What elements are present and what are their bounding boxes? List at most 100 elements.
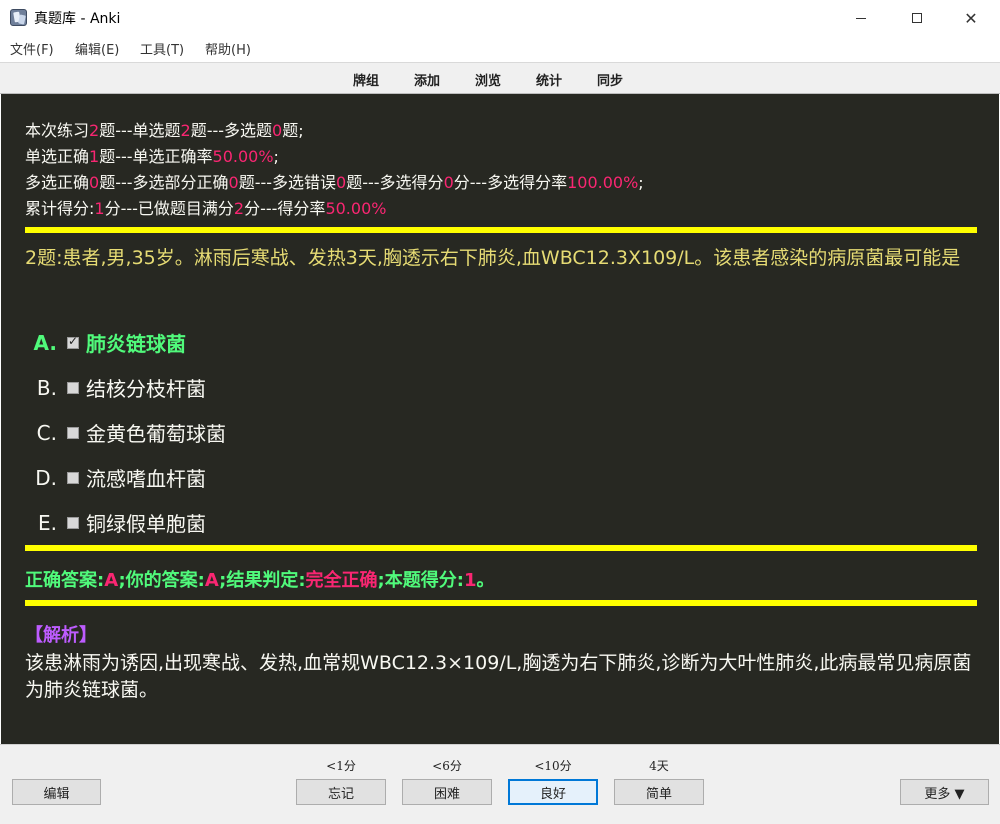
interval-again: <1分	[326, 759, 356, 773]
practice-stats: 本次练习2题---单选题2题---多选题0题; 单选正确1题---单选正确率50…	[25, 118, 644, 222]
stats-text: ;	[638, 173, 644, 192]
menu-edit[interactable]: 编辑(E)	[75, 39, 119, 58]
option-text: 结核分枝杆菌	[86, 377, 206, 401]
stats-value: 0	[336, 173, 347, 192]
menu-tools[interactable]: 工具(T)	[140, 39, 184, 58]
option-letter: E.	[38, 510, 57, 535]
correct-answer-value: A	[104, 570, 119, 591]
option-text: 铜绿假单胞菌	[86, 512, 206, 536]
good-button[interactable]: 良好	[508, 779, 598, 805]
card-view: 本次练习2题---单选题2题---多选题0题; 单选正确1题---单选正确率50…	[1, 94, 999, 744]
stats-text: 分---已做题目满分	[104, 199, 234, 218]
review-bottom-bar: 编辑 <1分 <6分 <10分 4天 忘记 困难 良好 简单 更多 ▼	[0, 744, 1000, 824]
checkbox-icon[interactable]	[67, 471, 79, 484]
result-label: ;你的答案:	[118, 570, 205, 591]
stats-value: 2	[233, 199, 245, 218]
easy-button[interactable]: 简单	[614, 779, 704, 805]
title-bar: 真题库 - Anki ✕	[0, 0, 1000, 36]
option-text: 流感嗜血杆菌	[86, 467, 206, 491]
analysis-title: 【解析】	[25, 625, 97, 646]
stats-value: 2	[180, 121, 191, 140]
menu-file[interactable]: 文件(F)	[10, 39, 54, 58]
stats-text: 本次练习	[25, 121, 90, 140]
result-end: 。	[476, 570, 495, 591]
checkbox-icon[interactable]	[67, 381, 79, 394]
stats-value: 2	[89, 121, 100, 140]
stats-text: 分---得分率	[244, 199, 326, 218]
stats-text: 分---多选得分率	[453, 173, 568, 192]
question-text: 2题:患者,男,35岁。淋雨后寒战、发热3天,胸透示右下肺炎,血WBC12.3X…	[25, 247, 961, 269]
interval-good: <10分	[534, 759, 572, 773]
stats-value: 0	[89, 173, 100, 192]
divider-3	[25, 600, 977, 606]
checkbox-icon[interactable]	[67, 426, 79, 439]
toolbar-stats[interactable]: 统计	[536, 70, 562, 89]
minimize-icon	[856, 17, 866, 19]
anki-logo-icon	[10, 9, 27, 26]
toolbar-browse[interactable]: 浏览	[475, 70, 501, 89]
stats-text: 题;	[282, 121, 304, 140]
stats-value: 0	[443, 173, 454, 192]
menu-help[interactable]: 帮助(H)	[205, 39, 251, 58]
toolbar-decks[interactable]: 牌组	[353, 70, 379, 89]
your-answer-value: A	[204, 570, 220, 591]
option-letter: C.	[36, 420, 57, 445]
stats-text: 题---单选正确率	[99, 147, 213, 166]
close-button[interactable]: ✕	[948, 0, 994, 36]
option-text: 肺炎链球菌	[86, 332, 186, 356]
toolbar-sync[interactable]: 同步	[597, 70, 623, 89]
stats-line-3: 多选正确0题---多选部分正确0题---多选错误0题---多选得分0分---多选…	[25, 170, 644, 196]
verdict-value: 完全正确	[305, 570, 378, 591]
stats-value: 1	[94, 199, 105, 218]
maximize-button[interactable]	[894, 0, 940, 36]
stats-text: ;	[273, 147, 279, 166]
checkbox-checked-icon[interactable]	[67, 334, 79, 349]
stats-text: 题---多选错误	[238, 173, 337, 192]
main-toolbar: 牌组 添加 浏览 统计 同步	[0, 62, 1000, 94]
divider-2	[25, 545, 977, 551]
option-b[interactable]: B. 结核分枝杆菌	[25, 365, 226, 410]
interval-easy: 4天	[649, 759, 669, 773]
toolbar-add[interactable]: 添加	[414, 70, 440, 89]
score-value: 1	[463, 570, 477, 591]
option-a[interactable]: A. 肺炎链球菌	[25, 320, 226, 365]
option-c[interactable]: C. 金黄色葡萄球菌	[25, 410, 226, 455]
stats-value: 50.00%	[325, 199, 387, 218]
stats-value: 50.00%	[212, 147, 274, 166]
divider-1	[25, 227, 977, 233]
result-label: ;本题得分:	[377, 570, 464, 591]
stats-text: 题---多选得分	[346, 173, 444, 192]
stats-line-2: 单选正确1题---单选正确率50.00%;	[25, 144, 644, 170]
stats-text: 单选正确	[25, 147, 90, 166]
interval-hard: <6分	[432, 759, 462, 773]
option-letter: A.	[33, 330, 57, 355]
result-label: ;结果判定:	[219, 570, 306, 591]
minimize-button[interactable]	[838, 0, 884, 36]
window-title: 真题库 - Anki	[34, 11, 121, 27]
stats-value: 0	[272, 121, 283, 140]
maximize-icon	[912, 13, 922, 23]
again-button[interactable]: 忘记	[296, 779, 386, 805]
hard-button[interactable]: 困难	[402, 779, 492, 805]
stats-value: 1	[89, 147, 100, 166]
stats-value: 100.00%	[567, 173, 639, 192]
menu-bar: 文件(F) 编辑(E) 工具(T) 帮助(H)	[0, 36, 1000, 60]
stats-line-4: 累计得分:1分---已做题目满分2分---得分率50.00%	[25, 196, 644, 222]
stats-text: 题---单选题	[99, 121, 181, 140]
option-letter: B.	[36, 375, 57, 400]
edit-button[interactable]: 编辑	[12, 779, 101, 805]
analysis-text: 该患淋雨为诱因,出现寒战、发热,血常规WBC12.3×109/L,胸透为右下肺炎…	[25, 652, 972, 701]
stats-value: 0	[228, 173, 239, 192]
stats-text: 题---多选部分正确	[99, 173, 229, 192]
checkbox-icon[interactable]	[67, 516, 79, 529]
option-text: 金黄色葡萄球菌	[86, 422, 226, 446]
stats-text: 题---多选题	[190, 121, 273, 140]
stats-text: 累计得分:	[25, 199, 95, 218]
answer-options: A. 肺炎链球菌 B. 结核分枝杆菌 C. 金黄色葡萄球菌 D. 流感嗜血杆菌 …	[25, 320, 226, 545]
result-label: 正确答案:	[25, 570, 105, 591]
option-d[interactable]: D. 流感嗜血杆菌	[25, 455, 226, 500]
option-e[interactable]: E. 铜绿假单胞菌	[25, 500, 226, 545]
result-line: 正确答案:A;你的答案:A;结果判定:完全正确;本题得分:1。	[25, 566, 494, 592]
more-button[interactable]: 更多 ▼	[900, 779, 989, 805]
close-icon: ✕	[964, 8, 978, 28]
